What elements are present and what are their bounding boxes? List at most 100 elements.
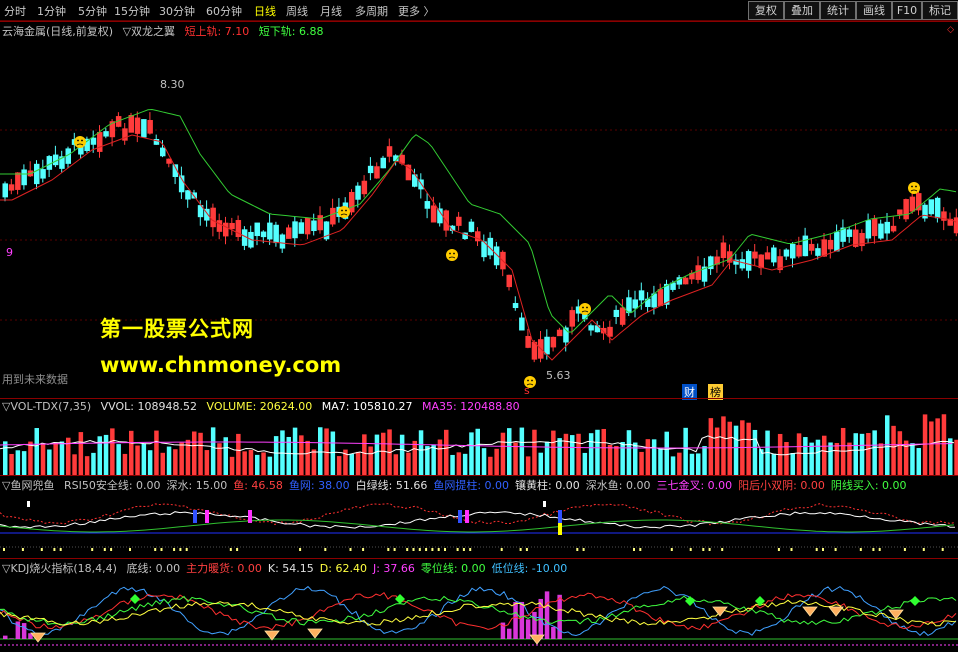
- volume-bar: [733, 425, 739, 475]
- mark-button[interactable]: 标记: [922, 1, 958, 20]
- draw-line-button[interactable]: 画线: [856, 1, 892, 20]
- volume-bar: [305, 440, 310, 475]
- candle-body: [771, 247, 777, 263]
- candle-body: [267, 222, 273, 240]
- volume-bar: [507, 428, 512, 475]
- candle-body: [783, 249, 790, 257]
- candle-body: [928, 199, 935, 215]
- period-tab-weekly[interactable]: 周线: [286, 3, 308, 19]
- candle-body-fill: [330, 208, 336, 224]
- volume-bar: [179, 442, 184, 475]
- overlay-button[interactable]: 叠加: [784, 1, 820, 20]
- candle-body-fill: [525, 336, 531, 348]
- candle-body-fill: [9, 184, 14, 191]
- volume-bar: [47, 449, 52, 475]
- candle-body: [790, 243, 796, 259]
- volume-bar: [866, 433, 871, 475]
- volume-bar: [582, 452, 588, 475]
- candle-body-fill: [721, 243, 726, 258]
- volume-bar: [557, 438, 562, 475]
- candle-body: [815, 248, 821, 256]
- dot-marker: [179, 548, 182, 551]
- volume-bar: [173, 449, 178, 475]
- candle-body: [260, 231, 267, 238]
- candle-body-fill: [286, 227, 291, 239]
- price-pane[interactable]: 云海金属(日线,前复权) ▽双龙之翼 短上轨: 7.10 短下轨: 6.88 ◇…: [0, 21, 958, 400]
- candle-body: [355, 185, 361, 200]
- dot-marker: [299, 548, 302, 551]
- f10-button[interactable]: F10: [892, 1, 922, 20]
- volume-bar: [3, 441, 8, 475]
- stats-button[interactable]: 统计: [820, 1, 856, 20]
- volume-bar: [255, 454, 260, 475]
- candle-body-fill: [97, 132, 102, 152]
- sell-triangle-icon: [712, 606, 728, 617]
- volume-bar: [223, 437, 228, 475]
- adjust-button[interactable]: 复权: [748, 1, 784, 20]
- green-line: [0, 519, 955, 533]
- fire-bar: [525, 619, 531, 639]
- period-tab-60min[interactable]: 60分钟: [206, 3, 242, 19]
- net-column: [458, 510, 462, 523]
- volume-bar: [525, 456, 531, 475]
- candle-body: [90, 137, 97, 145]
- volume-bar: [683, 427, 688, 475]
- net-column: [248, 510, 252, 523]
- dot-marker: [437, 548, 440, 551]
- period-tab-minute[interactable]: 分时: [4, 3, 26, 19]
- candle-body-fill: [872, 219, 877, 236]
- candle-body: [160, 147, 166, 157]
- volume-bar: [916, 448, 921, 475]
- period-tab-multi[interactable]: 多周期: [355, 3, 388, 19]
- volume-pane[interactable]: ▽VOL-TDX(7,35) VVOL: 108948.52 VOLUME: 2…: [0, 398, 958, 475]
- dot-marker: [103, 548, 106, 551]
- candle-body-fill: [456, 217, 462, 226]
- period-tab-daily[interactable]: 日线: [254, 3, 276, 19]
- candle-body: [834, 231, 840, 252]
- candle-body: [638, 290, 645, 301]
- candle-body-fill: [897, 209, 903, 215]
- volume-bar: [59, 441, 65, 475]
- volume-bar: [488, 456, 493, 475]
- candle-body: [846, 229, 853, 237]
- candle-body-fill: [15, 172, 21, 190]
- volume-bar: [513, 442, 518, 475]
- dot-marker: [456, 548, 459, 551]
- volume-bar: [910, 443, 915, 475]
- volume-bar: [147, 450, 153, 475]
- volume-bar: [551, 430, 556, 475]
- period-tab-1min[interactable]: 1分钟: [37, 3, 66, 19]
- volume-bar: [727, 421, 732, 475]
- dot-marker: [469, 548, 472, 551]
- kdj-pane[interactable]: ▽KDJ烧火指标(18,4,4) 底线: 0.00 主力暖货: 0.00 K: 54…: [0, 558, 958, 652]
- period-tab-monthly[interactable]: 月线: [320, 3, 342, 19]
- white-marker: [543, 501, 546, 507]
- volume-bar: [658, 448, 663, 475]
- candle-body-fill: [507, 275, 512, 287]
- volume-bar: [601, 428, 606, 475]
- candle-body: [279, 234, 286, 249]
- candle-body-fill: [903, 199, 909, 219]
- candle-body: [651, 293, 657, 308]
- dot-marker: [40, 548, 43, 551]
- volume-bar: [475, 428, 480, 475]
- period-tab-15min[interactable]: 15分钟: [114, 3, 150, 19]
- fish-net-pane[interactable]: ▽鱼网兜鱼 RSI50安全线: 0.00 深水: 15.00 鱼: 46.58 鱼网:…: [0, 475, 958, 558]
- candle-body-fill: [431, 205, 436, 222]
- emoji-marker: [74, 136, 86, 148]
- volume-bar: [336, 456, 342, 475]
- volume-bar: [78, 432, 84, 475]
- period-tab-5min[interactable]: 5分钟: [78, 3, 107, 19]
- dot-marker: [815, 548, 818, 551]
- volume-bar: [412, 440, 417, 475]
- candle-body-fill: [809, 244, 814, 251]
- period-tab-30min[interactable]: 30分钟: [159, 3, 195, 19]
- dot-marker: [387, 548, 390, 551]
- net-column: [193, 510, 197, 523]
- volume-bar: [242, 451, 247, 475]
- volume-bar: [847, 442, 852, 475]
- volume-bar: [563, 433, 569, 475]
- sell-triangle-icon: [307, 628, 323, 639]
- period-tab-more[interactable]: 更多 〉: [398, 3, 435, 19]
- candle-body-fill: [696, 265, 701, 280]
